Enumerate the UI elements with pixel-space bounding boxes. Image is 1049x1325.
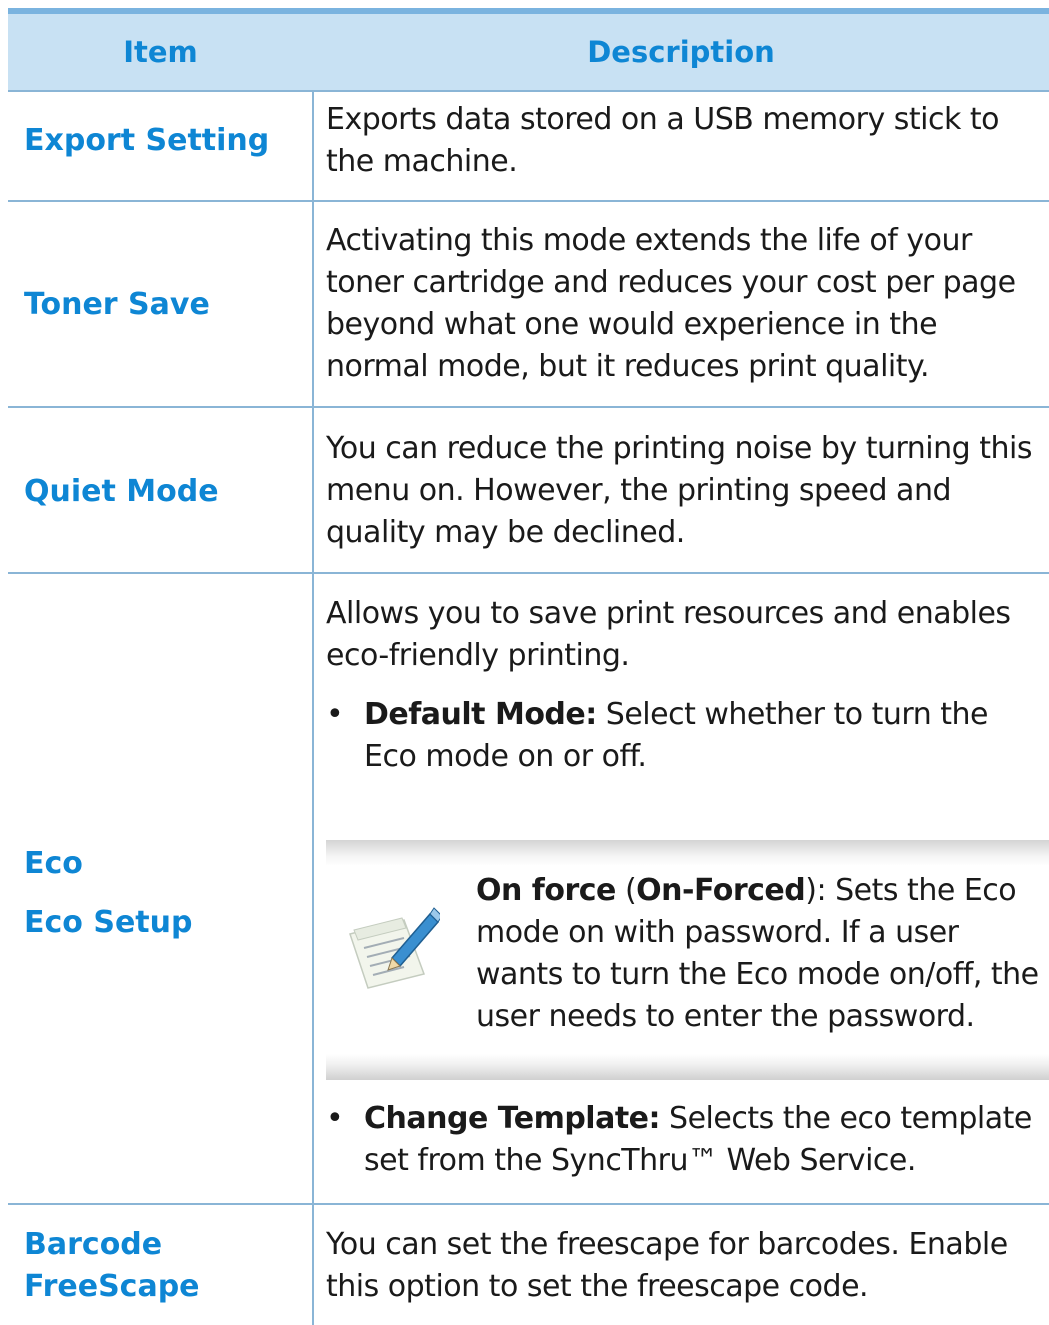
note-paren-open: ( xyxy=(615,873,637,908)
bullet-text: Change Template: Selects the eco templat… xyxy=(364,1098,1042,1182)
bullet-label: Default Mode: xyxy=(364,697,597,732)
row-divider xyxy=(8,200,1049,202)
bullet-dot: • xyxy=(326,697,344,732)
row-item-export-setting: Export Setting xyxy=(24,123,270,158)
row-item-eco-setup: Eco Setup xyxy=(24,905,193,940)
header-description: Description xyxy=(587,35,775,69)
row-divider xyxy=(8,572,1049,574)
note-pencil-icon xyxy=(349,907,440,989)
bullet-text: Default Mode: Select whether to turn the… xyxy=(364,694,1042,778)
column-divider xyxy=(312,92,314,1325)
bullet-label: Change Template: xyxy=(364,1101,661,1136)
bullet-dot: • xyxy=(326,1101,344,1136)
row-desc-eco-intro: Allows you to save print resources and e… xyxy=(326,596,1011,673)
header-item: Item xyxy=(123,35,198,69)
settings-table: Item Description Export Setting Exports … xyxy=(8,8,1049,1325)
row-desc-toner-save: Activating this mode extends the life of… xyxy=(326,223,1016,384)
note-paren-close: ) xyxy=(805,873,817,908)
row-divider xyxy=(8,406,1049,408)
note-text: On force (On-Forced): Sets the Eco mode … xyxy=(476,870,1046,1038)
row-item-eco: Eco xyxy=(24,846,83,881)
row-desc-quiet-mode: You can reduce the printing noise by tur… xyxy=(326,431,1032,550)
row-item-toner-save: Toner Save xyxy=(24,287,210,322)
row-divider xyxy=(8,1203,1049,1205)
row-item-barcode-freescape: Barcode FreeScape xyxy=(24,1227,200,1304)
note-label-on-force: On force xyxy=(476,873,616,908)
row-desc-export-setting: Exports data stored on a USB memory stic… xyxy=(326,102,1000,179)
note-label-on-forced: On-Forced xyxy=(636,873,806,908)
row-desc-barcode-freescape: You can set the freescape for barcodes. … xyxy=(326,1227,1008,1304)
table-header: Item Description xyxy=(8,14,1049,92)
note-box: On force (On-Forced): Sets the Eco mode … xyxy=(326,840,1049,1080)
row-item-quiet-mode: Quiet Mode xyxy=(24,474,219,509)
